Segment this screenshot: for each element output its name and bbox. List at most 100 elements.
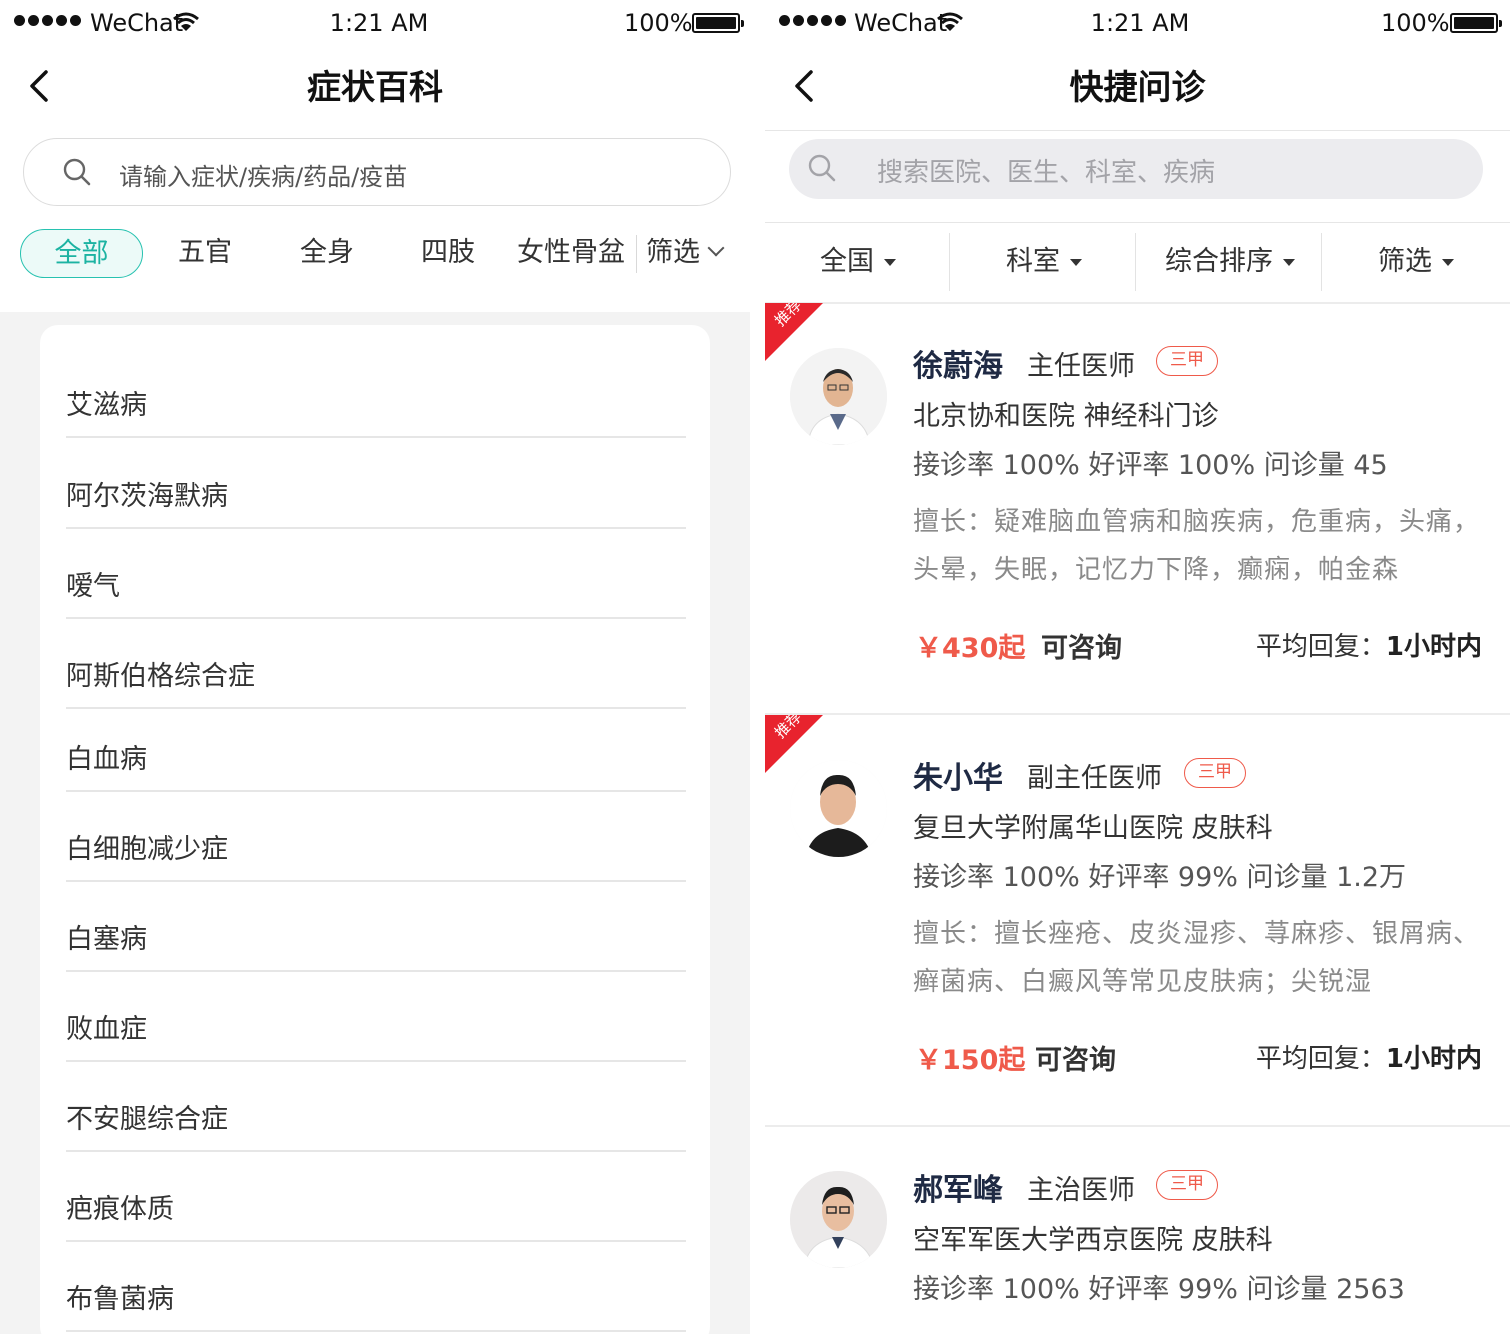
tab-female-pelvis[interactable]: 女性骨盆: [517, 229, 625, 277]
disease-name: 艾滋病: [66, 390, 147, 421]
disease-name: 布鲁菌病: [66, 1284, 174, 1315]
caret-down-icon: [884, 259, 896, 266]
battery-percent: 100%: [624, 9, 693, 37]
doctor-title: 主任医师: [1027, 351, 1135, 382]
search-input[interactable]: 请输入症状/疾病/药品/疫苗: [23, 138, 731, 206]
reply-value: 1小时内: [1385, 632, 1482, 662]
list-item[interactable]: 白细胞减少症: [66, 792, 686, 882]
wifi-icon: [173, 12, 199, 31]
hospital-department: 复旦大学附属华山医院 皮肤科: [913, 813, 1273, 844]
divider: [765, 130, 1510, 131]
doctor-title: 副主任医师: [1027, 763, 1162, 794]
average-reply: 平均回复：1小时内: [1256, 1038, 1482, 1075]
list-item[interactable]: 阿斯伯格综合症: [66, 619, 686, 709]
doctor-name: 郝军峰: [913, 1173, 1003, 1208]
disease-name: 白细胞减少症: [66, 834, 228, 865]
doctor-stats: 接诊率 100% 好评率 100% 问诊量 45: [913, 450, 1388, 481]
status-bar: WeChat 1:21 AM 100%: [765, 0, 1510, 46]
carrier-label: WeChat: [90, 9, 184, 37]
caret-down-icon: [1283, 259, 1295, 266]
hospital-department: 空军军医大学西京医院 皮肤科: [913, 1225, 1273, 1256]
filter-label: 筛选: [1378, 246, 1432, 277]
doctor-specialty: 擅长：擅长痤疮、皮炎湿疹、荨麻疹、银屑病、癣菌病、白癜风等常见皮肤病；尖锐湿: [913, 919, 1481, 997]
divider: [1135, 233, 1136, 291]
filter-department[interactable]: 科室: [951, 223, 1137, 301]
filter-more[interactable]: 筛选: [1323, 223, 1509, 301]
battery-percent: 100%: [1381, 9, 1450, 37]
reply-value: 1小时内: [1385, 1044, 1482, 1074]
list-item[interactable]: 疤痕体质: [66, 1152, 686, 1242]
avatar: [790, 760, 887, 857]
consult-price: ￥150起: [915, 1045, 1026, 1076]
status-time: 1:21 AM: [329, 9, 429, 37]
disease-list: 艾滋病 阿尔茨海默病 嗳气 阿斯伯格综合症 白血病 白细胞减少症 白塞病 败血症…: [40, 325, 710, 1334]
disease-name: 嗳气: [66, 571, 120, 602]
list-item[interactable]: 布鲁菌病: [66, 1242, 686, 1332]
disease-name: 不安腿综合症: [66, 1104, 228, 1135]
quick-consultation-screen: WeChat 1:21 AM 100% 快捷问诊 搜索医院、医生、科室、疾病 全…: [765, 0, 1510, 1334]
doctor-name: 朱小华: [913, 761, 1003, 796]
hospital-department: 北京协和医院 神经科门诊: [913, 401, 1219, 432]
divider: [1321, 233, 1322, 291]
signal-icon: [14, 15, 81, 26]
search-icon: [63, 158, 91, 186]
doctor-card[interactable]: 郝军峰 主治医师 三甲 空军军医大学西京医院 皮肤科 接诊率 100% 好评率 …: [765, 1127, 1510, 1334]
status-bar: WeChat 1:21 AM 100%: [0, 0, 750, 46]
filter-bar: 全国 科室 综合排序 筛选: [765, 223, 1510, 303]
filter-label: 筛选: [646, 237, 700, 268]
consult-price: ￥430起: [915, 633, 1026, 664]
list-item[interactable]: 艾滋病: [66, 349, 686, 438]
filter-region[interactable]: 全国: [765, 223, 951, 301]
avatar: [790, 348, 887, 445]
tab-whole-body[interactable]: 全身: [300, 229, 354, 277]
doctor-name: 徐蔚海: [913, 349, 1003, 384]
doctor-specialty: 擅长：疑难脑血管病和脑疾病，危重病，头痛，头晕，失眠，记忆力下降，癫痫，帕金森: [913, 507, 1481, 585]
recommend-ribbon: 推荐: [765, 715, 823, 773]
filter-label: 综合排序: [1165, 246, 1273, 277]
hospital-level-badge: 三甲: [1156, 1170, 1218, 1200]
avatar: [790, 1171, 887, 1268]
hospital-level-badge: 三甲: [1156, 346, 1218, 376]
tab-facial-features[interactable]: 五官: [178, 229, 232, 277]
signal-icon: [779, 15, 846, 26]
consult-status: 可咨询: [1041, 633, 1122, 664]
doctor-title: 主治医师: [1027, 1175, 1135, 1206]
doctor-stats: 接诊率 100% 好评率 99% 问诊量 2563: [913, 1274, 1405, 1305]
tab-all[interactable]: 全部: [20, 229, 143, 278]
page-title: 快捷问诊: [1069, 68, 1206, 108]
caret-down-icon: [1070, 259, 1082, 266]
tab-limbs[interactable]: 四肢: [421, 229, 475, 277]
list-item[interactable]: 白血病: [66, 709, 686, 792]
wifi-icon: [937, 12, 963, 31]
doctor-stats: 接诊率 100% 好评率 99% 问诊量 1.2万: [913, 862, 1407, 893]
divider: [949, 233, 950, 291]
hospital-level-badge: 三甲: [1184, 758, 1246, 788]
tab-divider: [636, 235, 637, 273]
status-time: 1:21 AM: [1090, 9, 1190, 37]
filter-sort[interactable]: 综合排序: [1137, 223, 1323, 301]
battery-icon: [692, 13, 744, 33]
category-tabs: 全部 五官 全身 四肢 女性骨盆 筛选: [0, 225, 750, 281]
disease-name: 败血症: [66, 1014, 147, 1045]
list-item[interactable]: 阿尔茨海默病: [66, 439, 686, 529]
search-placeholder: 请输入症状/疾病/药品/疫苗: [119, 163, 408, 191]
doctor-card[interactable]: 推荐 朱小华 副主任医师 三甲 复旦大学附属华山医院 皮肤科 接诊率 100% …: [765, 715, 1510, 1125]
disease-name: 白血病: [66, 744, 147, 775]
symptom-encyclopedia-screen: WeChat 1:21 AM 100% 症状百科 请输入症状/疾病/药品/疫苗 …: [0, 0, 750, 1334]
chevron-down-icon: [707, 239, 725, 257]
page-title: 症状百科: [307, 68, 443, 108]
list-item[interactable]: 嗳气: [66, 529, 686, 619]
list-item[interactable]: 白塞病: [66, 882, 686, 972]
recommend-ribbon: 推荐: [765, 303, 823, 361]
search-input[interactable]: 搜索医院、医生、科室、疾病: [789, 139, 1483, 199]
reply-label: 平均回复：: [1255, 1044, 1386, 1074]
disease-name: 疤痕体质: [66, 1194, 174, 1225]
search-icon: [808, 154, 836, 182]
disease-name: 阿斯伯格综合症: [66, 661, 255, 692]
doctor-card[interactable]: 推荐 徐蔚海 主任医师 三甲 北京协和医院 神经科门诊 接诊率 100% 好评率…: [765, 303, 1510, 713]
list-item[interactable]: 败血症: [66, 972, 686, 1062]
battery-icon: [1450, 13, 1502, 33]
filter-label: 科室: [1006, 246, 1060, 277]
filter-button[interactable]: 筛选: [646, 229, 725, 277]
list-item[interactable]: 不安腿综合症: [66, 1062, 686, 1152]
